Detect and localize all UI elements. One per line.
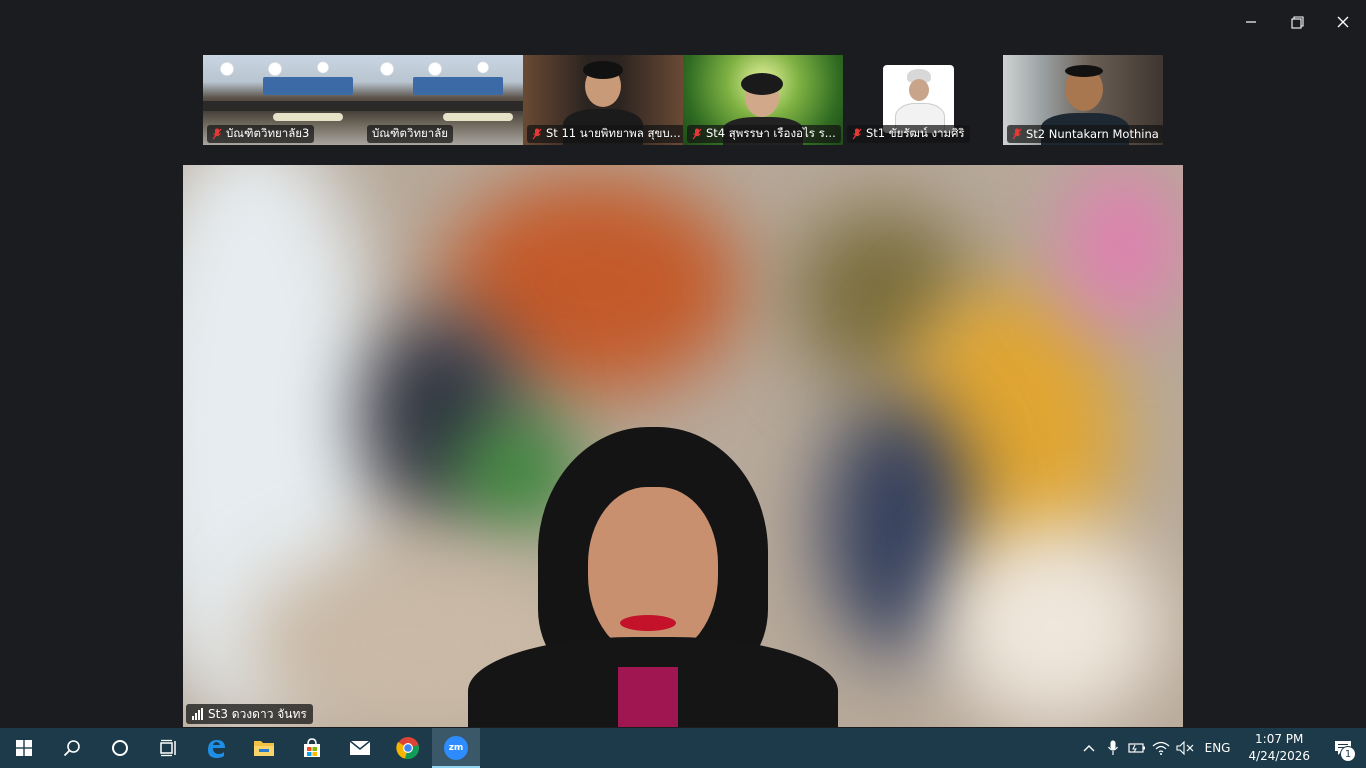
chrome-button[interactable]	[384, 728, 432, 768]
muted-mic-icon	[852, 128, 862, 140]
participant-name-label: บัณฑิตวิทยาลัย	[367, 125, 454, 143]
participant-name-label: St4 สุพรรษา เรืองอไร ร...	[687, 125, 841, 143]
microphone-icon	[1107, 740, 1118, 755]
participant-name-label: St1 ขัยรัฒน์ งามศิริ	[847, 125, 970, 143]
input-language[interactable]: ENG	[1197, 741, 1239, 755]
action-center-button[interactable]: 1	[1320, 728, 1366, 768]
minimize-icon	[1246, 21, 1256, 23]
file-explorer-icon	[254, 741, 274, 756]
profile-photo	[883, 65, 954, 133]
participant-name: St1 ขัยรัฒน์ งามศิริ	[866, 126, 965, 140]
participant-tile[interactable]: St4 สุพรรษา เรืองอไร ร...	[683, 55, 843, 145]
restore-icon	[1290, 15, 1304, 29]
edge-button[interactable]	[192, 728, 240, 768]
zoom-icon-label: zm	[448, 743, 464, 753]
mail-button[interactable]	[336, 728, 384, 768]
windows-taskbar: zm ENG 1:07 PM 4/24/2026 1	[0, 728, 1366, 768]
signal-strength-icon	[192, 708, 203, 720]
file-explorer-button[interactable]	[240, 728, 288, 768]
close-icon	[1337, 16, 1349, 28]
muted-mic-icon	[532, 128, 542, 140]
battery-icon	[1128, 743, 1145, 753]
participant-name: St4 สุพรรษา เรืองอไร ร...	[706, 126, 836, 140]
search-button[interactable]	[48, 728, 96, 768]
participant-tile[interactable]: บัณฑิตวิทยาลัย3	[203, 55, 363, 145]
cortana-icon	[112, 740, 128, 756]
task-view-button[interactable]	[144, 728, 192, 768]
participant-name-label: St2 Nuntakarn Mothina	[1007, 125, 1163, 143]
notification-count-badge: 1	[1340, 746, 1356, 762]
close-button[interactable]	[1320, 0, 1366, 44]
battery-tray-button[interactable]	[1125, 728, 1149, 768]
clock-time: 1:07 PM	[1255, 732, 1304, 746]
chevron-up-icon	[1083, 745, 1095, 752]
participant-name: บัณฑิตวิทยาลัย	[372, 126, 449, 140]
participant-tile[interactable]: St 11 นายพิทยาพล สุขบ...	[523, 55, 683, 145]
active-speaker-video[interactable]: St3 ดวงดาว จันทร	[183, 165, 1183, 727]
participant-name: St2 Nuntakarn Mothina	[1026, 127, 1159, 141]
volume-muted-icon	[1176, 741, 1194, 755]
active-speaker-label: St3 ดวงดาว จันทร	[186, 704, 313, 724]
participant-name: บัณฑิตวิทยาลัย3	[226, 126, 310, 140]
participant-name: St 11 นายพิทยาพล สุขบ...	[546, 126, 681, 140]
clock-date: 4/24/2026	[1248, 749, 1310, 763]
speaker-figure	[468, 427, 838, 727]
system-tray: ENG 1:07 PM 4/24/2026 1	[1077, 728, 1366, 768]
search-icon	[63, 740, 80, 757]
cortana-button[interactable]	[96, 728, 144, 768]
store-icon	[304, 738, 320, 757]
minimize-button[interactable]	[1228, 0, 1274, 44]
microphone-tray-button[interactable]	[1101, 728, 1125, 768]
window-controls	[1228, 0, 1366, 44]
active-speaker-name: St3 ดวงดาว จันทร	[208, 706, 307, 721]
participant-tile[interactable]: บัณฑิตวิทยาลัย	[363, 55, 523, 145]
network-tray-button[interactable]	[1149, 728, 1173, 768]
muted-mic-icon	[692, 128, 702, 140]
participant-tile[interactable]: St1 ขัยรัฒน์ งามศิริ	[843, 55, 1003, 145]
zoom-icon: zm	[444, 736, 468, 760]
participant-name-label: St 11 นายพิทยาพล สุขบ...	[527, 125, 683, 143]
store-button[interactable]	[288, 728, 336, 768]
participant-tile[interactable]: St2 Nuntakarn Mothina	[1003, 55, 1163, 145]
wifi-icon	[1152, 741, 1170, 755]
volume-tray-button[interactable]	[1173, 728, 1197, 768]
muted-mic-icon	[212, 128, 222, 140]
mail-icon	[349, 740, 371, 755]
start-button[interactable]	[0, 728, 48, 768]
edge-icon	[208, 740, 225, 758]
restore-button[interactable]	[1274, 0, 1320, 44]
chrome-icon	[396, 737, 419, 759]
show-hidden-icons-button[interactable]	[1077, 728, 1101, 768]
muted-mic-icon	[1012, 128, 1022, 140]
windows-start-icon	[16, 740, 32, 756]
zoom-button[interactable]: zm	[432, 728, 480, 768]
task-view-icon	[160, 739, 176, 757]
participant-name-label: บัณฑิตวิทยาลัย3	[207, 125, 315, 143]
clock[interactable]: 1:07 PM 4/24/2026	[1238, 731, 1320, 765]
